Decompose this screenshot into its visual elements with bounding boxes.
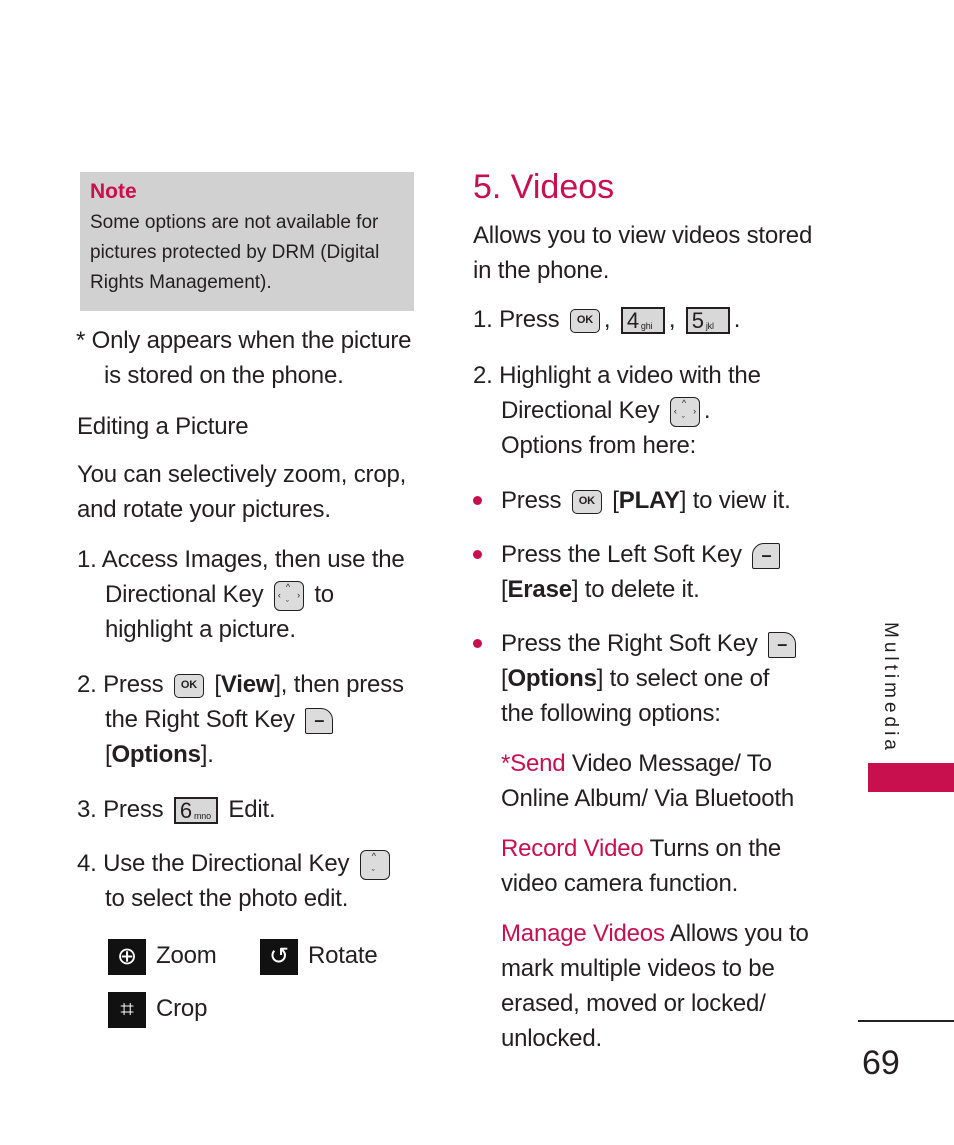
key-4-icon: 4 ghi — [620, 307, 665, 335]
section-heading: Editing a Picture — [77, 413, 249, 440]
key-6-icon: 6 mno — [173, 797, 218, 825]
left-step-3: 3. Press 6 mno Edit. — [77, 796, 276, 825]
ok-key-icon: OK — [569, 308, 600, 333]
note-body: Some options are not available for pictu… — [90, 212, 380, 293]
option-manage-videos: Manage Videos Allows you to mark multipl… — [501, 920, 809, 1052]
key-5-icon: 5 jkl — [685, 307, 730, 335]
directional-key-icon: ^ ‹ › ˇ — [273, 580, 304, 611]
bullet-icon — [473, 639, 482, 648]
edit-option-rotate: ↺ Rotate — [260, 938, 378, 975]
bullet-icon — [473, 496, 482, 505]
bullet-options: Press the Right Soft Key – [Options] to … — [473, 626, 831, 731]
left-step-4: 4. Use the Directional Key ^ ˇ to select … — [77, 846, 417, 916]
left-soft-key-icon: – — [752, 542, 781, 569]
option-record-video: Record Video Turns on the video camera f… — [501, 835, 782, 897]
footer-rule — [858, 1020, 954, 1022]
crop-icon: ⌗ — [108, 991, 146, 1028]
section-tab-marker — [868, 763, 954, 792]
edit-option-zoom: ⊕ Zoom — [108, 938, 217, 975]
right-soft-key-icon: – — [305, 707, 334, 734]
ok-key-icon: OK — [173, 673, 204, 698]
directional-key-updown-icon: ^ ˇ — [359, 849, 390, 880]
bullet-erase: Press the Left Soft Key – [Erase] to del… — [473, 537, 821, 607]
option-send: *Send Video Message/ To Online Album/ Vi… — [501, 750, 795, 812]
bullet-icon — [473, 550, 482, 559]
section-intro: You can selectively zoom, crop, and rota… — [77, 461, 407, 523]
left-step-2: 2. Press OK [View], then press the Right… — [77, 671, 404, 768]
left-step-1: 1. Access Images, then use the Direction… — [77, 546, 405, 643]
edit-option-crop: ⌗ Crop — [108, 991, 207, 1028]
videos-intro: Allows you to view videos stored in the … — [473, 222, 813, 284]
bullet-play: Press OK [PLAY] to view it. — [473, 483, 791, 518]
note-title: Note — [90, 180, 137, 203]
right-step-1: 1. Press OK, 4 ghi, 5 jkl. — [473, 306, 741, 335]
right-step-2: 2. Highlight a video with the Directiona… — [473, 362, 761, 459]
note-box: Note Some options are not available for … — [80, 172, 414, 311]
ok-key-icon: OK — [571, 489, 602, 514]
directional-key-icon: ^ ‹ › ˇ — [669, 396, 700, 427]
rotate-icon: ↺ — [260, 938, 298, 975]
page-number: 69 — [862, 1044, 900, 1082]
footnote: * Only appears when the picture is store… — [76, 327, 412, 389]
section-side-label: Multimedia — [880, 622, 901, 754]
zoom-icon: ⊕ — [108, 938, 146, 975]
section-title: 5. Videos — [473, 168, 615, 206]
right-soft-key-icon: – — [768, 631, 797, 658]
